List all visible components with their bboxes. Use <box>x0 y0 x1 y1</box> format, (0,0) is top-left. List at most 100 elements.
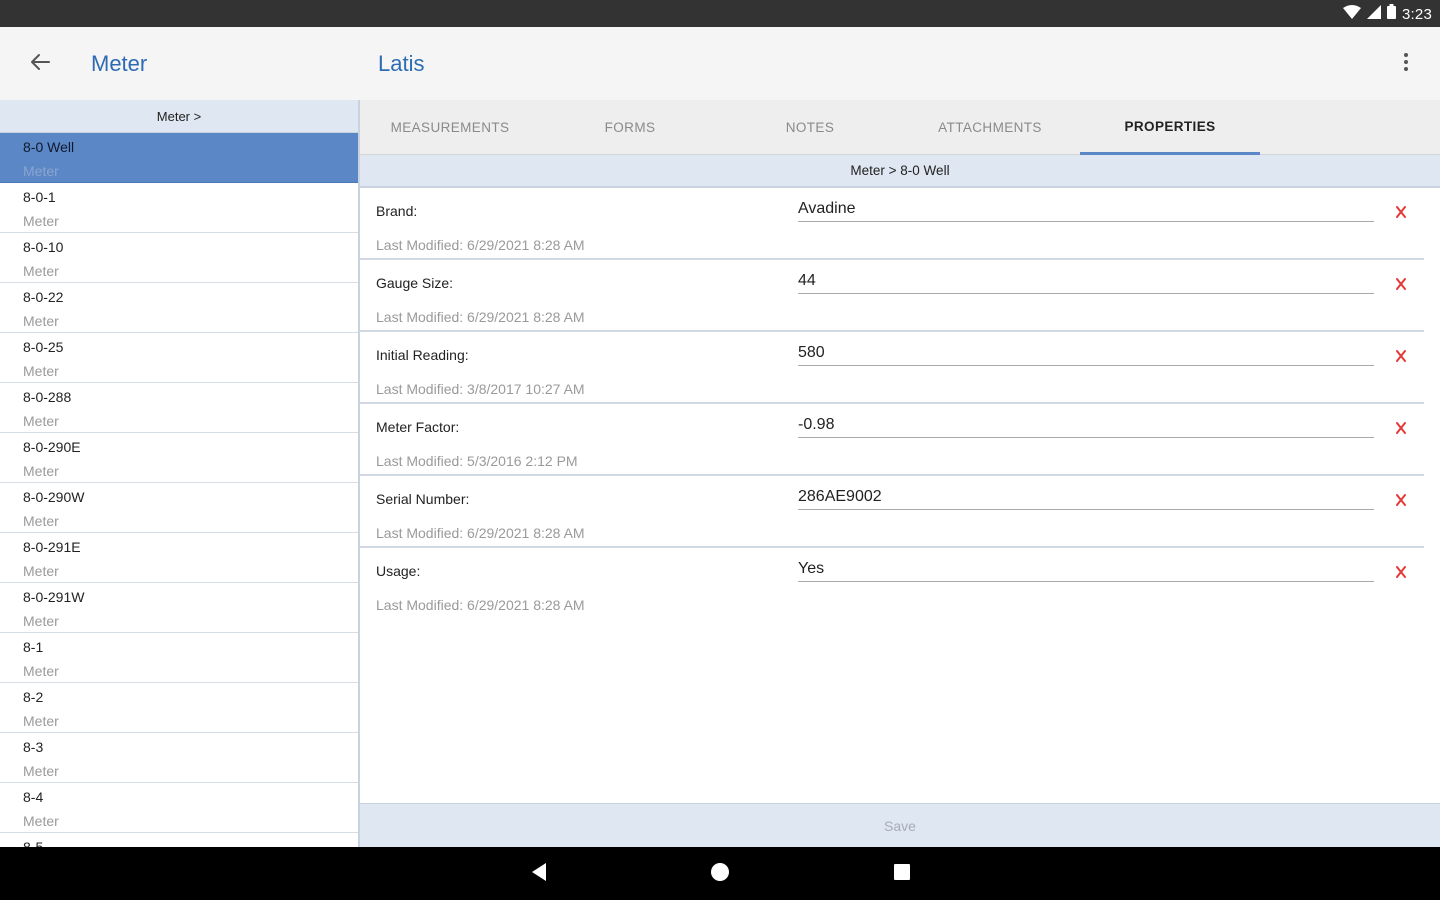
meter-name: 8-0-25 <box>23 339 64 355</box>
meter-type: Meter <box>23 513 59 529</box>
meter-name: 8-1 <box>23 639 44 655</box>
list-item[interactable]: 8-1 Meter <box>0 633 358 683</box>
list-item[interactable]: 8-0-290E Meter <box>0 433 358 483</box>
delete-x-icon[interactable] <box>1392 203 1410 221</box>
list-item[interactable]: 8-0-22 Meter <box>0 283 358 333</box>
breadcrumb: Meter > 8-0 Well <box>360 155 1440 188</box>
nav-back-button[interactable] <box>525 861 553 887</box>
property-last-modified: Last Modified: 6/29/2021 8:28 AM <box>376 525 585 541</box>
tab-forms[interactable]: FORMS <box>540 100 720 155</box>
property-last-modified: Last Modified: 5/3/2016 2:12 PM <box>376 453 578 469</box>
list-item[interactable]: 8-0-288 Meter <box>0 383 358 433</box>
meter-name: 8-5 <box>23 839 44 847</box>
save-button[interactable]: Save <box>360 803 1440 847</box>
list-item[interactable]: 8-4 Meter <box>0 783 358 833</box>
meter-type: Meter <box>23 163 59 179</box>
meter-name: 8-0 Well <box>23 139 75 155</box>
property-value-input[interactable] <box>798 486 1374 510</box>
tab-measurements[interactable]: MEASUREMENTS <box>360 100 540 155</box>
property-last-modified: Last Modified: 6/29/2021 8:28 AM <box>376 597 585 613</box>
delete-x-icon[interactable] <box>1392 275 1410 293</box>
meter-name: 8-0-290E <box>23 439 81 455</box>
meter-name: 8-0-1 <box>23 189 56 205</box>
property-value-input[interactable] <box>798 270 1374 294</box>
list-breadcrumb[interactable]: Meter > <box>0 100 358 133</box>
list-title: Meter <box>91 51 148 76</box>
meter-type: Meter <box>23 713 59 729</box>
property-row: Serial Number: Last Modified: 6/29/2021 8… <box>360 476 1424 548</box>
overflow-menu-button[interactable] <box>1394 49 1418 79</box>
meter-type: Meter <box>23 463 59 479</box>
list-item[interactable]: 8-0-290W Meter <box>0 483 358 533</box>
meter-type: Meter <box>23 813 59 829</box>
delete-x-icon[interactable] <box>1392 347 1410 365</box>
signal-icon <box>1367 4 1381 24</box>
meter-type: Meter <box>23 213 59 229</box>
property-label: Gauge Size: <box>376 275 454 291</box>
system-nav-bar <box>0 847 1440 900</box>
tab-attachments[interactable]: ATTACHMENTS <box>900 100 1080 155</box>
delete-x-icon[interactable] <box>1392 563 1410 581</box>
delete-x-icon[interactable] <box>1392 419 1410 437</box>
nav-recents-button[interactable] <box>888 861 916 887</box>
property-label: Serial Number: <box>376 491 470 507</box>
property-last-modified: Last Modified: 3/8/2017 10:27 AM <box>376 381 585 397</box>
recents-square-icon <box>893 863 911 886</box>
property-last-modified: Last Modified: 6/29/2021 8:28 AM <box>376 309 585 325</box>
property-row: Gauge Size: Last Modified: 6/29/2021 8:28… <box>360 260 1424 332</box>
meter-name: 8-2 <box>23 689 44 705</box>
list-item[interactable]: 8-0 Well Meter <box>0 133 358 183</box>
property-value-input[interactable] <box>798 342 1374 366</box>
meter-name: 8-3 <box>23 739 44 755</box>
property-row: Meter Factor: Last Modified: 5/3/2016 2:1… <box>360 404 1424 476</box>
status-icons: 3:23 <box>1343 4 1432 24</box>
list-item[interactable]: 8-2 Meter <box>0 683 358 733</box>
detail-pane: MEASUREMENTS FORMS NOTES ATTACHMENTS PRO… <box>360 100 1440 847</box>
more-vert-icon <box>1403 52 1409 77</box>
status-time: 3:23 <box>1402 5 1432 23</box>
property-row: Brand: Last Modified: 6/29/2021 8:28 AM <box>360 188 1424 260</box>
property-value-input[interactable] <box>798 198 1374 222</box>
back-button[interactable] <box>22 49 58 79</box>
property-label: Meter Factor: <box>376 419 460 435</box>
meter-type: Meter <box>23 563 59 579</box>
meter-list: 8-0 Well Meter 8-0-1 Meter 8-0-10 Meter 8-0-22… <box>0 133 358 847</box>
app-bar: Meter Latis <box>0 27 1440 100</box>
property-label: Initial Reading: <box>376 347 469 363</box>
list-item[interactable]: 8-0-10 Meter <box>0 233 358 283</box>
list-item[interactable]: 8-0-1 Meter <box>0 183 358 233</box>
property-value-input[interactable] <box>798 414 1374 438</box>
meter-name: 8-0-291E <box>23 539 81 555</box>
meter-name: 8-0-291W <box>23 589 85 605</box>
tab-bar: MEASUREMENTS FORMS NOTES ATTACHMENTS PRO… <box>360 100 1440 155</box>
meter-type: Meter <box>23 263 59 279</box>
meter-type: Meter <box>23 363 59 379</box>
tab-properties[interactable]: PROPERTIES <box>1080 100 1260 155</box>
list-item[interactable]: 8-0-291E Meter <box>0 533 358 583</box>
list-item[interactable]: 8-0-291W Meter <box>0 583 358 633</box>
property-row: Initial Reading: Last Modified: 3/8/2017 … <box>360 332 1424 404</box>
meter-type: Meter <box>23 663 59 679</box>
property-label: Brand: <box>376 203 418 219</box>
tab-notes[interactable]: NOTES <box>720 100 900 155</box>
meter-name: 8-0-10 <box>23 239 64 255</box>
nav-home-button[interactable] <box>706 861 734 887</box>
meter-type: Meter <box>23 413 59 429</box>
list-item[interactable]: 8-3 Meter <box>0 733 358 783</box>
meter-name: 8-0-290W <box>23 489 85 505</box>
property-value-input[interactable] <box>798 558 1374 582</box>
meter-name: 8-0-22 <box>23 289 64 305</box>
delete-x-icon[interactable] <box>1392 491 1410 509</box>
list-item[interactable]: 8-0-25 Meter <box>0 333 358 383</box>
property-last-modified: Last Modified: 6/29/2021 8:28 AM <box>376 237 585 253</box>
page-title: Latis <box>378 51 425 76</box>
list-item[interactable]: 8-5Meter <box>0 833 358 847</box>
meter-name: 8-4 <box>23 789 44 805</box>
property-row: Usage: Last Modified: 6/29/2021 8:28 AM <box>360 548 1424 620</box>
meter-list-pane: Meter > 8-0 Well Meter 8-0-1 Meter 8-0-10 Met… <box>0 100 360 847</box>
meter-type: Meter <box>23 613 59 629</box>
properties-list: Brand:Last Modified: 6/29/2021 8:28 AMGa… <box>360 188 1440 620</box>
meter-type: Meter <box>23 313 59 329</box>
wifi-icon <box>1343 4 1361 24</box>
status-bar: 3:23 <box>0 0 1440 27</box>
